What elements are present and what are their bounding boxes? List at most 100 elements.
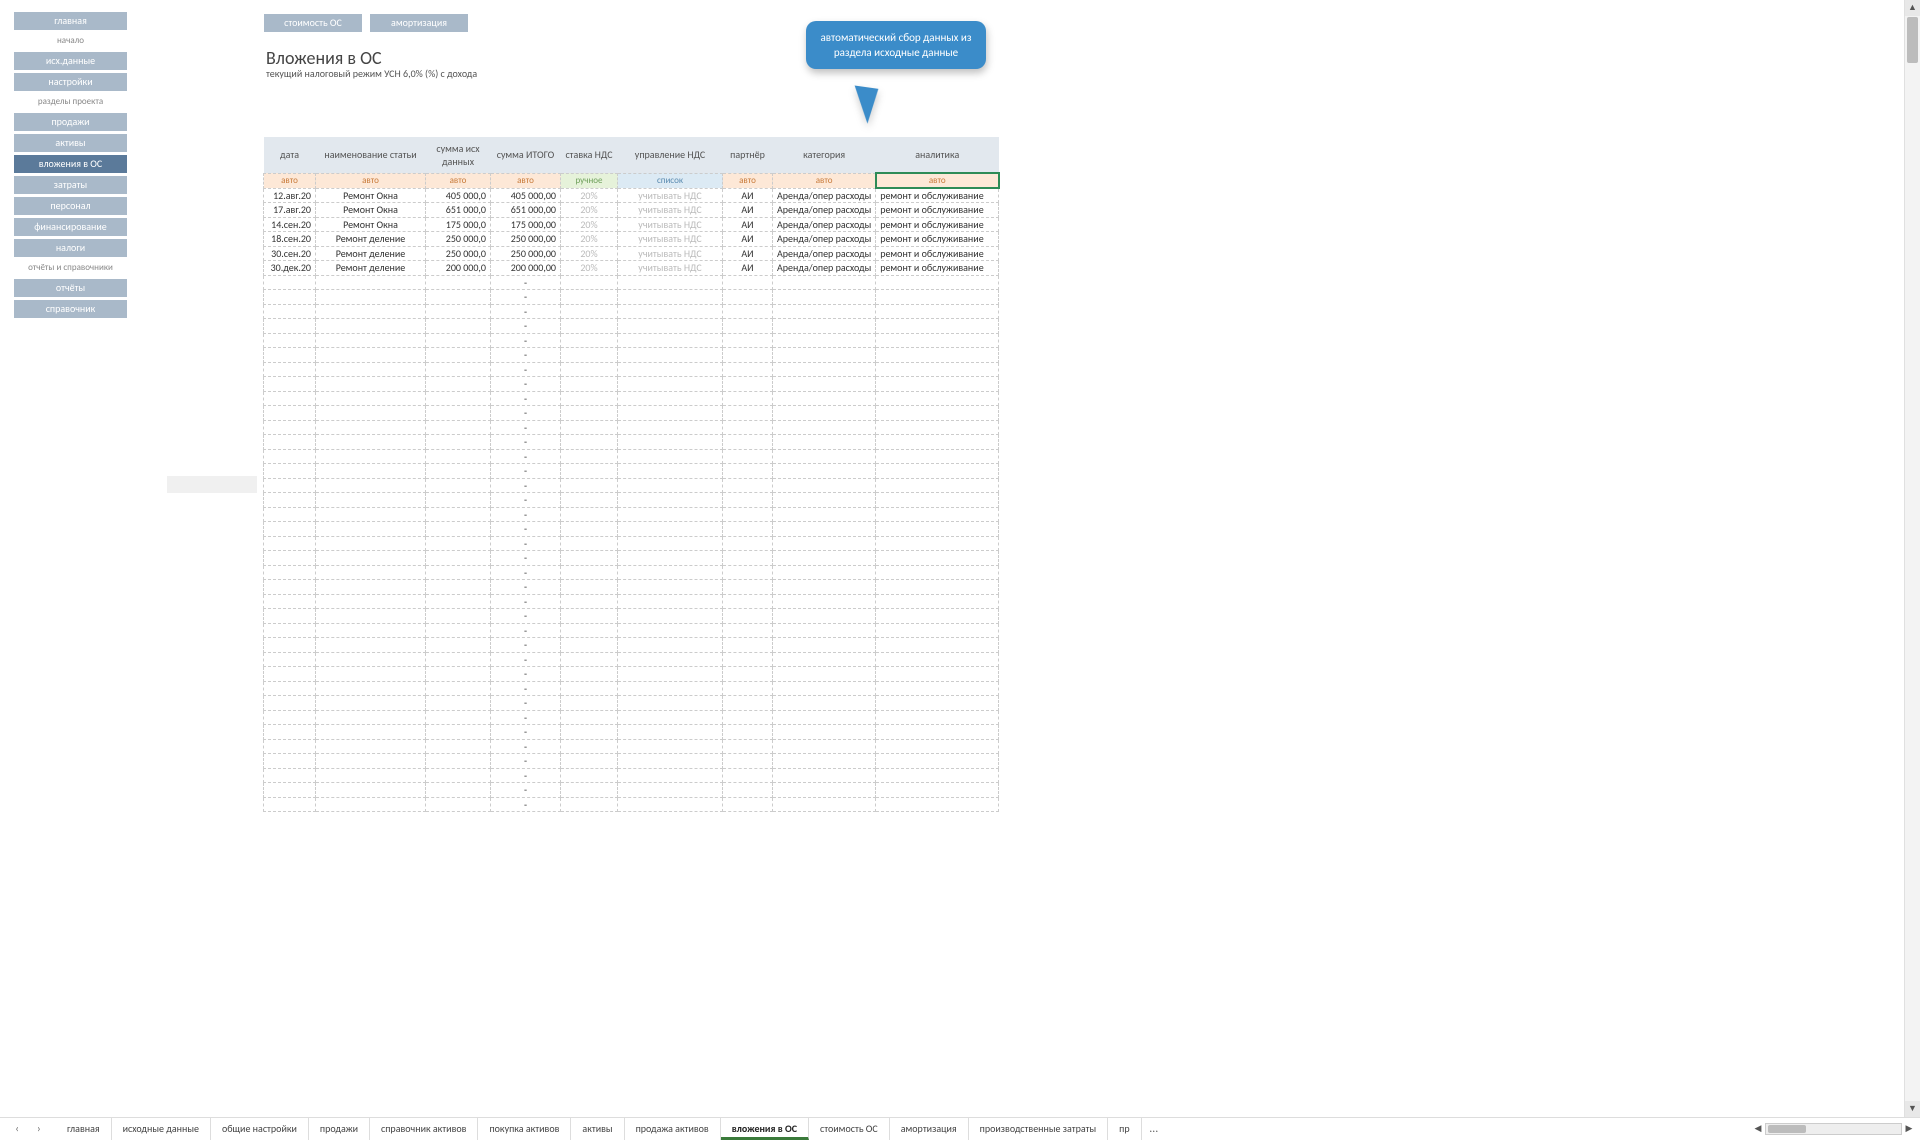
table-row[interactable]: 14.сен.20Ремонт Окна175 000,0175 000,002… (264, 217, 999, 232)
cell-empty[interactable] (773, 580, 876, 595)
cell-empty[interactable] (316, 391, 426, 406)
cell-empty[interactable] (561, 507, 618, 522)
table-row-empty[interactable]: - (264, 667, 999, 682)
cell-empty[interactable] (723, 768, 773, 783)
sheet-tab-next[interactable]: › (37, 1122, 41, 1135)
cell-empty[interactable] (723, 493, 773, 508)
table-row-empty[interactable]: - (264, 362, 999, 377)
cell-empty[interactable]: - (491, 290, 561, 305)
cell-empty[interactable] (876, 348, 999, 363)
sheet-tab-9[interactable]: стоимость ОС (809, 1118, 890, 1140)
cell-empty[interactable] (561, 391, 618, 406)
cell-empty[interactable] (618, 623, 723, 638)
cell-empty[interactable] (773, 391, 876, 406)
cell-empty[interactable] (561, 681, 618, 696)
cell-empty[interactable] (773, 768, 876, 783)
cell-empty[interactable] (316, 493, 426, 508)
cell-empty[interactable] (876, 638, 999, 653)
cell-empty[interactable] (876, 565, 999, 580)
cell-empty[interactable] (561, 536, 618, 551)
table-row-empty[interactable]: - (264, 638, 999, 653)
sidebar-item-13[interactable]: отчёты (14, 279, 127, 297)
cell-empty[interactable] (618, 739, 723, 754)
cell-empty[interactable] (264, 710, 316, 725)
cell-empty[interactable] (773, 290, 876, 305)
cell-empty[interactable]: - (491, 362, 561, 377)
cell-empty[interactable] (618, 420, 723, 435)
cell-empty[interactable] (264, 580, 316, 595)
cell-empty[interactable] (773, 478, 876, 493)
table-row-empty[interactable]: - (264, 507, 999, 522)
cell-empty[interactable] (723, 319, 773, 334)
cell-empty[interactable]: - (491, 449, 561, 464)
sidebar-item-8[interactable]: затраты (14, 176, 127, 194)
cell-empty[interactable]: - (491, 783, 561, 798)
cell-empty[interactable] (618, 275, 723, 290)
cell-empty[interactable] (876, 406, 999, 421)
cell-empty[interactable] (316, 797, 426, 812)
cell[interactable]: АИ (723, 246, 773, 261)
cell[interactable]: 200 000,0 (426, 261, 491, 276)
cell-empty[interactable] (618, 406, 723, 421)
cell-empty[interactable] (426, 536, 491, 551)
cell-empty[interactable] (723, 464, 773, 479)
cell-empty[interactable] (723, 333, 773, 348)
table-row-empty[interactable]: - (264, 304, 999, 319)
table-row-empty[interactable]: - (264, 754, 999, 769)
table-row-empty[interactable]: - (264, 797, 999, 812)
sidebar-item-2[interactable]: исх.данные (14, 52, 127, 70)
cell-empty[interactable] (426, 478, 491, 493)
cell-empty[interactable] (723, 420, 773, 435)
sheet-tab-prev[interactable]: ‹ (15, 1122, 19, 1135)
cell-empty[interactable] (264, 638, 316, 653)
cell[interactable]: учитывать НДС (618, 232, 723, 247)
cell[interactable]: 14.сен.20 (264, 217, 316, 232)
table-row-empty[interactable]: - (264, 290, 999, 305)
cell-empty[interactable] (426, 739, 491, 754)
cell-empty[interactable] (264, 362, 316, 377)
cell-empty[interactable]: - (491, 391, 561, 406)
cell-empty[interactable] (618, 754, 723, 769)
cell-empty[interactable] (426, 638, 491, 653)
cell-empty[interactable] (618, 348, 723, 363)
cell-empty[interactable] (723, 478, 773, 493)
table-row-empty[interactable]: - (264, 652, 999, 667)
cell-empty[interactable] (618, 319, 723, 334)
cell-empty[interactable] (876, 580, 999, 595)
mode-cell-5[interactable]: список (618, 173, 723, 188)
table-row-empty[interactable]: - (264, 464, 999, 479)
cell-empty[interactable] (264, 333, 316, 348)
cell-empty[interactable] (773, 319, 876, 334)
cell-empty[interactable] (561, 638, 618, 653)
cell-empty[interactable] (561, 783, 618, 798)
cell-empty[interactable] (773, 652, 876, 667)
cell[interactable]: ремонт и обслуживание (876, 203, 999, 218)
table-row-empty[interactable]: - (264, 391, 999, 406)
cell-empty[interactable] (618, 696, 723, 711)
cell-empty[interactable] (773, 464, 876, 479)
cell-empty[interactable] (723, 710, 773, 725)
cell-empty[interactable] (773, 609, 876, 624)
cell-empty[interactable] (264, 348, 316, 363)
cell-empty[interactable] (876, 710, 999, 725)
cell-empty[interactable] (723, 275, 773, 290)
cell-empty[interactable] (773, 275, 876, 290)
cell-empty[interactable] (561, 464, 618, 479)
cell-empty[interactable] (773, 565, 876, 580)
cell-empty[interactable] (426, 681, 491, 696)
cell-empty[interactable] (561, 739, 618, 754)
cell-empty[interactable] (316, 449, 426, 464)
table-row-empty[interactable]: - (264, 623, 999, 638)
cell-empty[interactable] (773, 739, 876, 754)
cell-empty[interactable] (723, 406, 773, 421)
cell[interactable]: Аренда/опер расходы (773, 246, 876, 261)
mode-cell-1[interactable]: авто (316, 173, 426, 188)
cell-empty[interactable] (561, 348, 618, 363)
cell-empty[interactable] (876, 609, 999, 624)
cell-empty[interactable] (561, 362, 618, 377)
sheet-tab-10[interactable]: амортизация (890, 1118, 969, 1140)
cell-empty[interactable]: - (491, 478, 561, 493)
table-row-empty[interactable]: - (264, 565, 999, 580)
table-row-empty[interactable]: - (264, 435, 999, 450)
cell-empty[interactable] (876, 739, 999, 754)
